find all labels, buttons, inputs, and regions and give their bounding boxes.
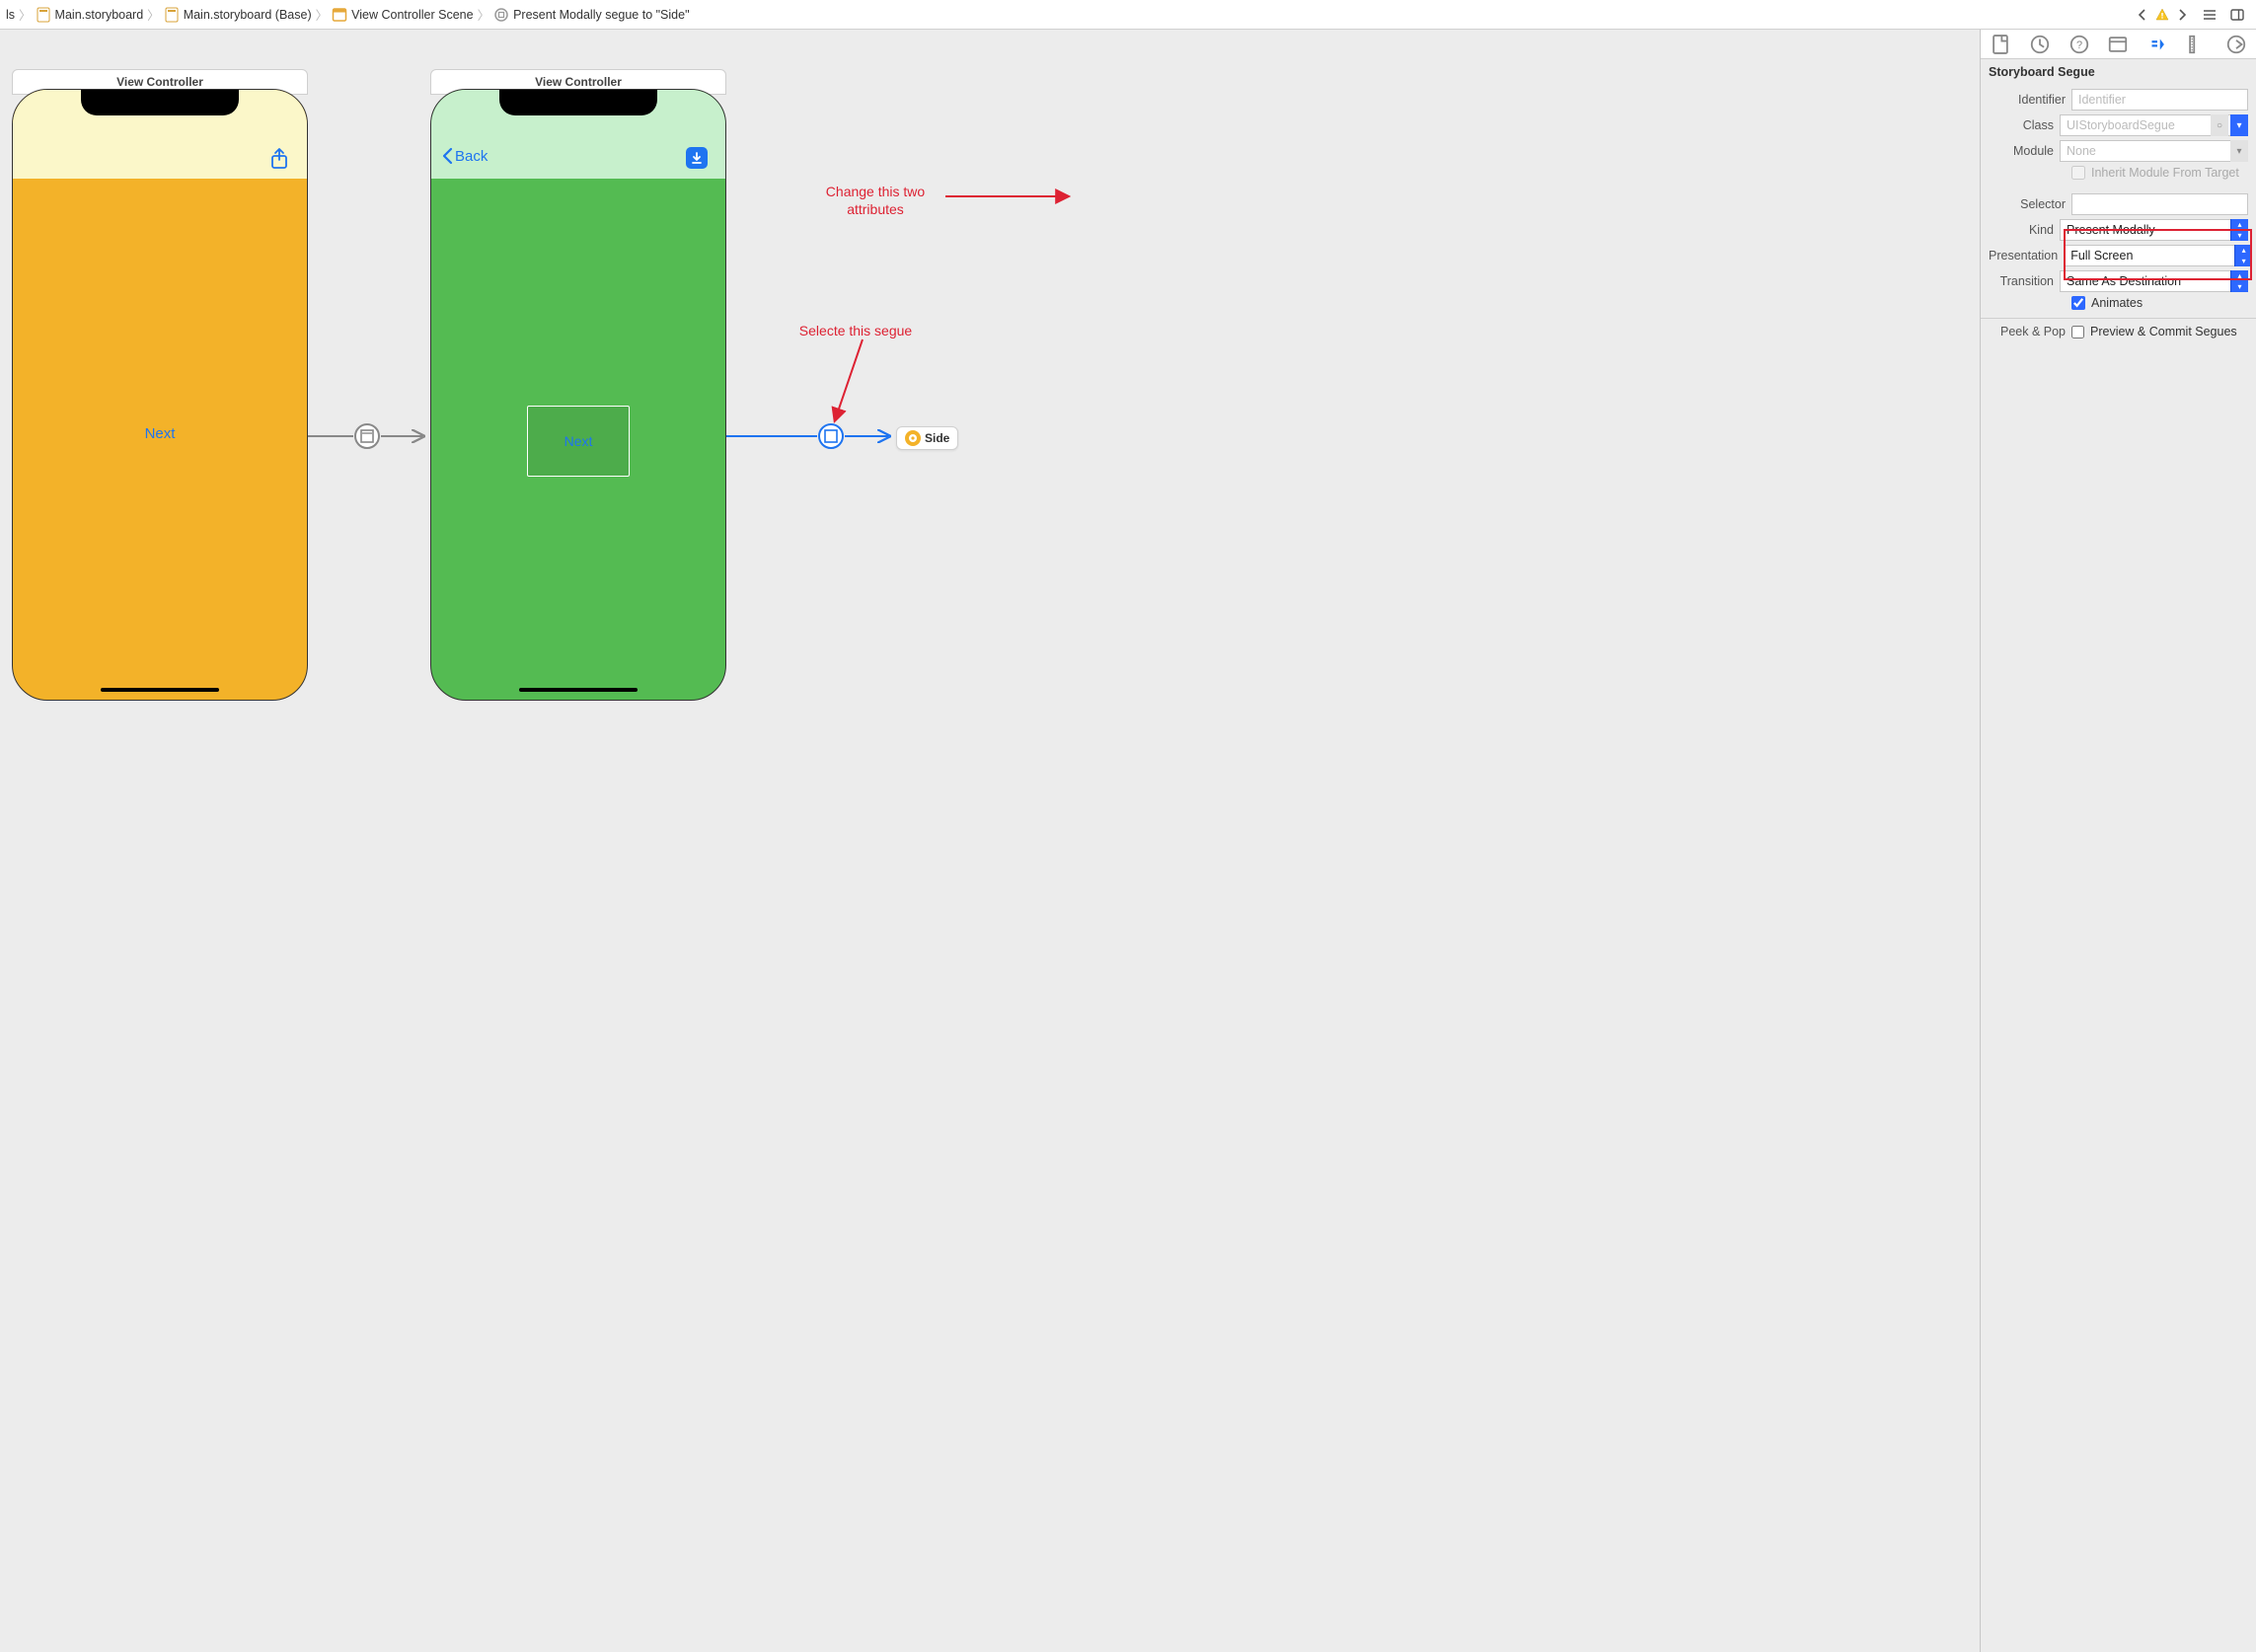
breadcrumbs: ls 〉 Main.storyboard 〉 Main.storyboard (… <box>6 5 2130 24</box>
transition-select[interactable] <box>2060 270 2248 292</box>
module-dropdown-button[interactable]: ▾ <box>2230 140 2248 162</box>
nav-forward-icon[interactable] <box>2173 6 2191 24</box>
next-button[interactable]: Next <box>145 425 176 442</box>
share-icon[interactable] <box>269 147 289 171</box>
storyboard-file-icon <box>164 7 180 23</box>
module-field[interactable] <box>2060 140 2248 162</box>
annotation-arrow <box>945 189 1074 203</box>
field-label-identifier: Identifier <box>1989 93 2066 107</box>
attributes-inspector-tab-icon[interactable] <box>2146 34 2168 55</box>
field-label-transition: Transition <box>1989 274 2054 288</box>
device-frame: Back Next <box>430 89 726 701</box>
svg-text:?: ? <box>2076 39 2082 51</box>
annotation-select-segue: Selecte this segue <box>772 322 940 339</box>
field-label-module: Module <box>1989 144 2054 158</box>
size-inspector-tab-icon[interactable] <box>2186 34 2208 55</box>
class-clear-button[interactable]: ○ <box>2211 114 2228 136</box>
inspector-tabs: ? <box>1981 30 2256 59</box>
selector-field[interactable] <box>2071 193 2248 215</box>
home-indicator <box>519 688 638 692</box>
crumb-scene[interactable]: View Controller Scene <box>332 7 473 23</box>
annotation-text: Change this two <box>826 184 925 199</box>
editor-path-bar: ls 〉 Main.storyboard 〉 Main.storyboard (… <box>0 0 2256 30</box>
chevron-right-icon: 〉 <box>145 5 162 24</box>
scene-view-controller-1[interactable]: View Controller Next <box>12 89 308 701</box>
top-right-controls <box>2134 6 2250 24</box>
inspector-panel: ? Storyboard Segue Identifier Class ○ <box>1980 30 2256 1652</box>
preview-commit-checkbox[interactable] <box>2071 326 2084 338</box>
editor-split-icon[interactable] <box>2228 6 2246 24</box>
annotation-text: Selecte this segue <box>799 323 912 338</box>
home-indicator <box>101 688 219 692</box>
field-label-presentation: Presentation <box>1989 249 2058 263</box>
transition-stepper[interactable]: ▴▾ <box>2230 270 2248 292</box>
history-inspector-tab-icon[interactable] <box>2029 34 2051 55</box>
file-inspector-tab-icon[interactable] <box>1990 34 2011 55</box>
storyboard-ref-icon <box>905 430 921 446</box>
class-dropdown-button[interactable]: ▾ <box>2230 114 2248 136</box>
crumb-label: Present Modally segue to "Side" <box>513 8 689 22</box>
identity-inspector-tab-icon[interactable] <box>2107 34 2129 55</box>
annotation-change-attributes: Change this two attributes <box>801 183 949 218</box>
crumb-segue[interactable]: Present Modally segue to "Side" <box>493 7 689 23</box>
scene-icon <box>332 7 347 23</box>
annotation-arrow <box>823 339 872 428</box>
nav-history <box>2134 6 2191 24</box>
storyboard-file-icon <box>36 7 51 23</box>
crumb-storyboard-base[interactable]: Main.storyboard (Base) <box>164 7 312 23</box>
crumb-storyboard-file[interactable]: Main.storyboard <box>36 7 144 23</box>
segue-show[interactable] <box>308 424 426 448</box>
chevron-right-icon: 〉 <box>476 5 492 24</box>
back-button[interactable]: Back <box>441 147 488 165</box>
kind-select[interactable] <box>2060 219 2248 241</box>
inherit-module-checkbox[interactable] <box>2071 166 2085 180</box>
presentation-stepper[interactable]: ▴▾ <box>2234 245 2252 266</box>
annotation-text: attributes <box>847 201 904 217</box>
button-label: Back <box>455 148 488 165</box>
identifier-field[interactable] <box>2071 89 2248 111</box>
device-frame: Next <box>12 89 308 701</box>
editor-layout-lines-icon[interactable] <box>2201 6 2218 24</box>
download-icon[interactable] <box>686 147 708 169</box>
inspector-body: Identifier Class ○ ▾ Module <box>1981 83 2256 352</box>
kind-stepper[interactable]: ▴▾ <box>2230 219 2248 241</box>
crumb-label: View Controller Scene <box>351 8 473 22</box>
field-label-preview: Preview & Commit Segues <box>2090 325 2237 338</box>
scene-view-controller-2[interactable]: View Controller Back Next <box>430 89 726 701</box>
storyboard-ref-label: Side <box>925 431 949 445</box>
chevron-right-icon: 〉 <box>314 5 331 24</box>
crumb-label: Main.storyboard <box>55 8 144 22</box>
connections-inspector-tab-icon[interactable] <box>2225 34 2247 55</box>
inspector-section-title: Storyboard Segue <box>1981 59 2256 83</box>
nav-back-icon[interactable] <box>2134 6 2151 24</box>
field-label-kind: Kind <box>1989 223 2054 237</box>
animates-checkbox[interactable] <box>2071 296 2085 310</box>
crumb-folder[interactable]: ls <box>6 8 15 22</box>
device-notch <box>81 90 239 115</box>
crumb-label: ls <box>6 8 15 22</box>
container-view[interactable]: Next <box>527 406 630 477</box>
field-label-class: Class <box>1989 118 2054 132</box>
storyboard-reference-side[interactable]: Side <box>896 426 958 450</box>
crumb-label: Main.storyboard (Base) <box>184 8 312 22</box>
button-label: Next <box>145 425 176 442</box>
scene-title: View Controller <box>535 75 622 89</box>
storyboard-canvas[interactable]: View Controller Next <box>0 30 1980 1652</box>
field-label-inherit: Inherit Module From Target <box>2091 166 2239 180</box>
field-label-animates: Animates <box>2091 296 2143 310</box>
segue-icon <box>493 7 509 23</box>
help-inspector-tab-icon[interactable]: ? <box>2068 34 2090 55</box>
warning-icon[interactable] <box>2153 6 2171 24</box>
presentation-select[interactable] <box>2064 245 2252 266</box>
button-label: Next <box>564 433 593 449</box>
chevron-left-icon <box>441 147 455 165</box>
chevron-right-icon: 〉 <box>17 5 34 24</box>
field-label-peekpop: Peek & Pop <box>1989 325 2066 338</box>
scene-title: View Controller <box>116 75 203 89</box>
device-notch <box>499 90 657 115</box>
field-label-selector: Selector <box>1989 197 2066 211</box>
separator <box>1981 318 2256 319</box>
